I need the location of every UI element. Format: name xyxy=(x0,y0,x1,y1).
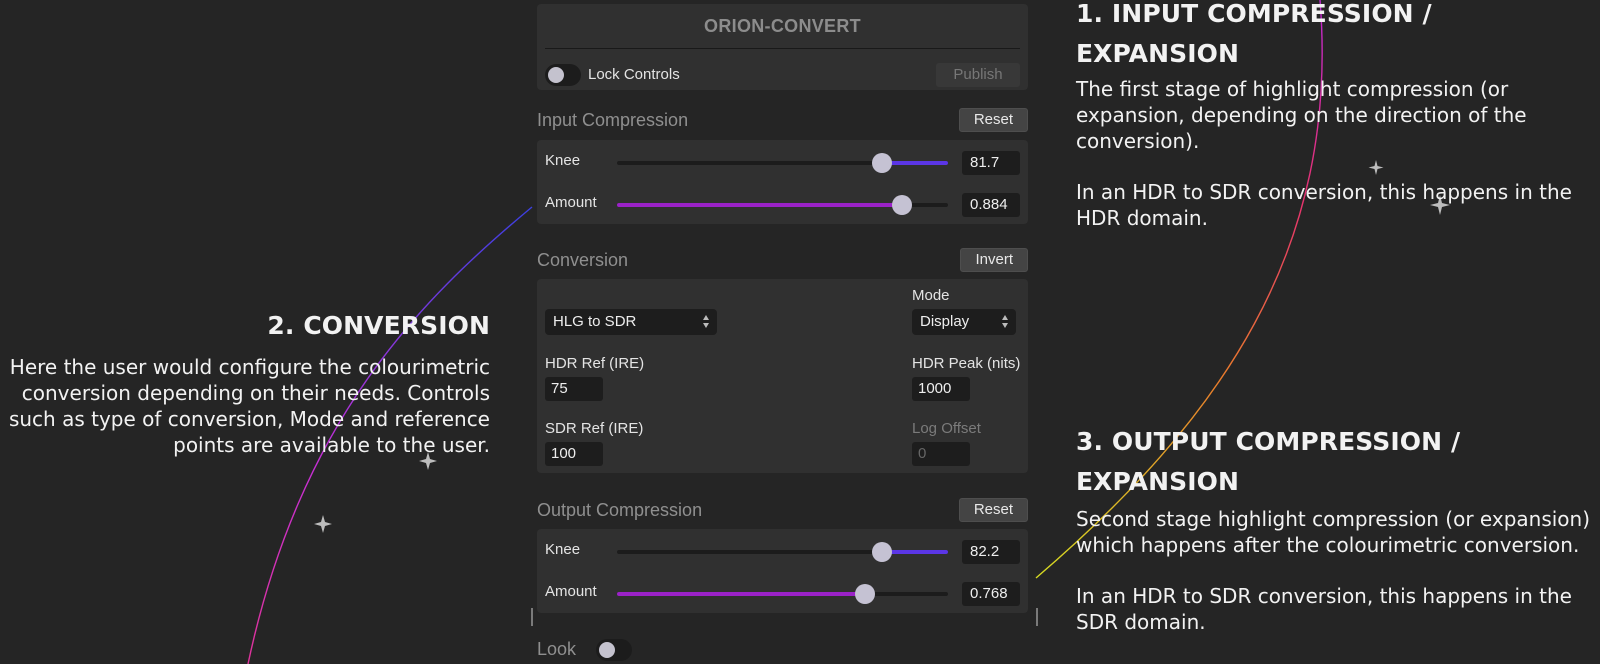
hdr-ref-label: HDR Ref (IRE) xyxy=(545,355,645,372)
mode-select[interactable]: Display xyxy=(912,309,1016,335)
output-knee-slider[interactable] xyxy=(617,542,948,562)
header-card: ORION-CONVERT Lock Controls Publish xyxy=(537,4,1028,90)
look-toggle[interactable] xyxy=(596,639,632,661)
amount-label: Amount xyxy=(545,583,597,600)
input-compression-title: Input Compression xyxy=(537,110,689,130)
invert-button[interactable]: Invert xyxy=(960,248,1028,272)
slider-fill xyxy=(617,203,902,207)
annotation-text: Here the user would configure the colour… xyxy=(8,355,490,457)
slider-thumb[interactable] xyxy=(855,584,876,604)
annotation-output-compression: 3. OUTPUT COMPRESSION / EXPANSION Second… xyxy=(1076,422,1596,635)
sparkle-icon xyxy=(314,515,332,533)
slider-fill xyxy=(617,592,866,596)
lock-controls-label: Lock Controls xyxy=(588,66,680,83)
annotation-text: In an HDR to SDR conversion, this happen… xyxy=(1076,584,1572,634)
output-amount-slider[interactable] xyxy=(617,584,948,604)
orion-convert-panel: ORION-CONVERT Lock Controls Publish Inpu… xyxy=(537,0,1028,664)
annotation-input-compression: 1. INPUT COMPRESSION / EXPANSION The fir… xyxy=(1076,0,1596,231)
output-compression-card: Knee 82.2 Amount 0.768 xyxy=(537,529,1028,613)
hdr-peak-label: HDR Peak (nits) xyxy=(912,355,1021,372)
conversion-type-value: HLG to SDR xyxy=(553,313,637,330)
mode-value: Display xyxy=(920,313,970,330)
select-arrows-icon xyxy=(703,314,709,330)
resize-handle xyxy=(1036,608,1038,626)
output-reset-button[interactable]: Reset xyxy=(958,498,1028,522)
lock-controls-toggle[interactable] xyxy=(545,64,581,86)
look-label: Look xyxy=(537,639,577,659)
knee-label: Knee xyxy=(545,541,581,558)
annotation-text: Second stage highlight compression (or e… xyxy=(1076,507,1591,557)
hdr-ref-input[interactable]: 75 xyxy=(545,377,603,401)
annotation-title: 1. INPUT COMPRESSION / EXPANSION xyxy=(1076,0,1432,68)
log-offset-label: Log Offset xyxy=(912,420,981,437)
resize-handle xyxy=(531,608,533,626)
slider-thumb[interactable] xyxy=(871,542,892,562)
log-offset-input: 0 xyxy=(912,442,970,466)
amount-label: Amount xyxy=(545,194,597,211)
annotation-conversion: 2. CONVERSION Here the user would config… xyxy=(8,306,490,458)
divider xyxy=(545,48,1020,49)
sdr-ref-label: SDR Ref (IRE) xyxy=(545,420,644,437)
input-knee-slider[interactable] xyxy=(617,153,948,173)
input-reset-button[interactable]: Reset xyxy=(958,108,1028,132)
sdr-ref-input[interactable]: 100 xyxy=(545,442,603,466)
output-knee-value[interactable]: 82.2 xyxy=(962,540,1020,564)
mode-label: Mode xyxy=(912,287,950,304)
input-compression-card: Knee 81.7 Amount 0.884 xyxy=(537,140,1028,224)
conversion-card: Mode HLG to SDR Display HDR Ref (IRE) 75… xyxy=(537,279,1028,473)
output-compression-title: Output Compression xyxy=(537,500,703,520)
publish-button[interactable]: Publish xyxy=(936,63,1020,87)
knee-label: Knee xyxy=(545,152,581,169)
annotation-title: 3. OUTPUT COMPRESSION / EXPANSION xyxy=(1076,427,1461,496)
conversion-type-select[interactable]: HLG to SDR xyxy=(545,309,717,335)
annotation-text: The first stage of highlight compression… xyxy=(1076,77,1527,153)
plugin-title: ORION-CONVERT xyxy=(704,16,861,36)
toggle-knob xyxy=(548,67,564,83)
toggle-knob xyxy=(599,642,615,658)
input-amount-value[interactable]: 0.884 xyxy=(962,193,1020,217)
input-amount-slider[interactable] xyxy=(617,195,948,215)
select-arrows-icon xyxy=(1002,314,1008,330)
annotation-text: In an HDR to SDR conversion, this happen… xyxy=(1076,180,1572,230)
slider-thumb[interactable] xyxy=(891,195,912,215)
output-amount-value[interactable]: 0.768 xyxy=(962,582,1020,606)
conversion-title: Conversion xyxy=(537,250,629,270)
hdr-peak-input[interactable]: 1000 xyxy=(912,377,970,401)
annotation-title: 2. CONVERSION xyxy=(267,311,490,340)
slider-thumb[interactable] xyxy=(871,153,892,173)
input-knee-value[interactable]: 81.7 xyxy=(962,151,1020,175)
